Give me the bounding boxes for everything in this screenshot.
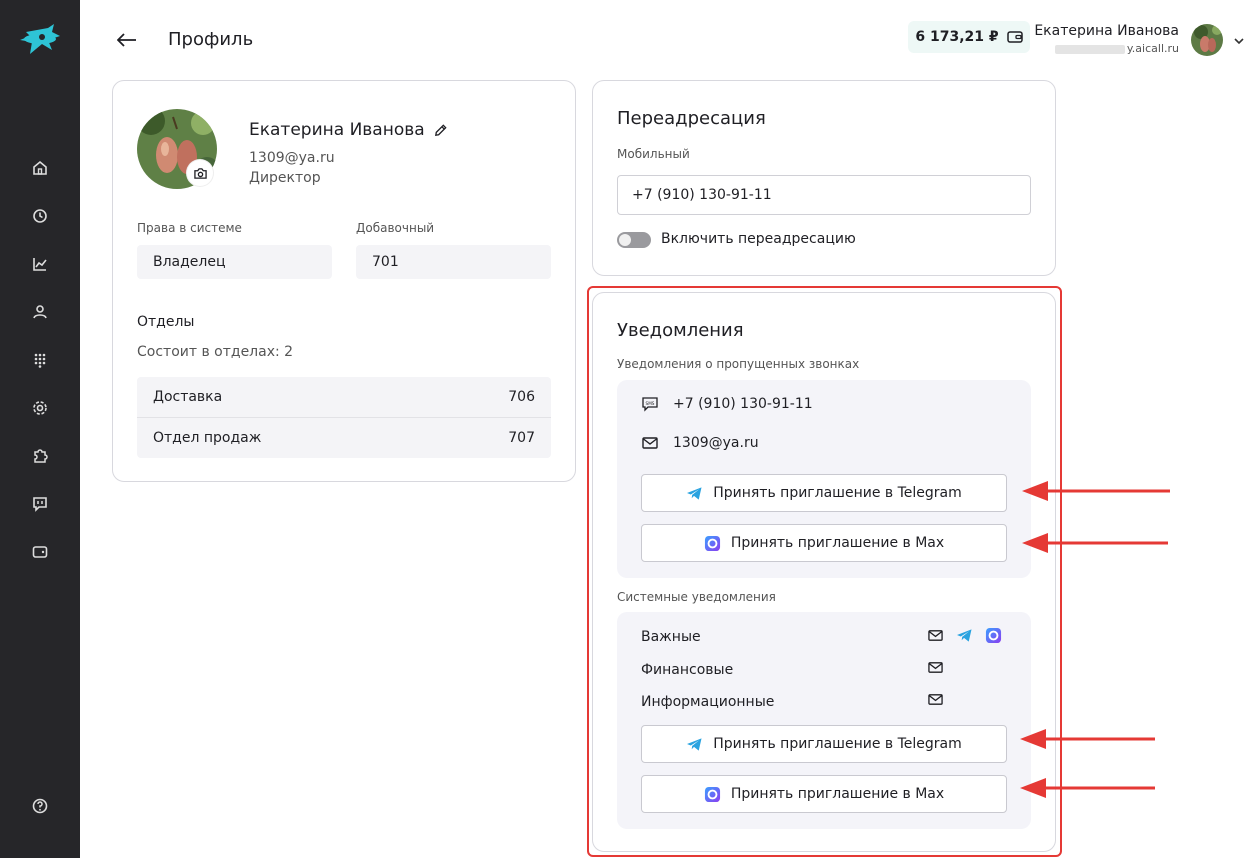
max-icon (704, 535, 720, 551)
telegram-icon (687, 486, 702, 500)
forwarding-toggle-label: Включить переадресацию (661, 231, 856, 247)
max-invite-button[interactable]: Принять приглашение в Max (641, 775, 1007, 813)
departments-count: Состоит в отделах: 2 (137, 344, 294, 360)
annotation-arrow (1022, 533, 1168, 553)
integrations-icon[interactable] (28, 444, 52, 468)
department-row[interactable]: Отдел продаж 707 (137, 417, 551, 457)
max-icon[interactable] (985, 627, 1002, 644)
analytics-icon[interactable] (28, 252, 52, 276)
departments-title: Отделы (137, 314, 195, 330)
system-row-important-channels (927, 627, 1002, 644)
telegram-invite-button[interactable]: Принять приглашение в Telegram (641, 474, 1007, 512)
mail-icon[interactable] (927, 660, 944, 675)
chat-icon[interactable] (28, 492, 52, 516)
mail-icon[interactable] (927, 628, 944, 643)
department-row[interactable]: Доставка 706 (137, 377, 551, 417)
system-row-financial: Финансовые (641, 662, 734, 678)
mobile-input[interactable]: +7 (910) 130-91-11 (617, 175, 1031, 215)
missed-phone-row: SMS +7 (910) 130-91-11 (641, 396, 813, 412)
profile-email: 1309@ya.ru (249, 150, 335, 166)
user-icon[interactable] (28, 300, 52, 324)
home-icon[interactable] (28, 156, 52, 180)
page-title: Профиль (168, 29, 254, 50)
app-logo[interactable] (18, 22, 62, 60)
profile-name: Екатерина Иванова (249, 120, 448, 140)
missed-calls-label: Уведомления о пропущенных звонках (617, 357, 860, 371)
system-row-financial-channels (927, 660, 944, 675)
header-avatar[interactable] (1191, 24, 1223, 56)
department-name: Отдел продаж (153, 429, 262, 446)
telegram-icon (687, 737, 702, 751)
edit-pencil-icon[interactable] (433, 123, 448, 138)
department-code: 707 (508, 429, 535, 446)
mobile-label: Мобильный (617, 147, 690, 161)
header-user-email: y.aicall.ru (1054, 42, 1179, 55)
system-row-important: Важные (641, 629, 701, 645)
annotation-arrow (1020, 729, 1155, 749)
rights-label: Права в системе (137, 221, 242, 235)
notifications-card: Уведомления Уведомления о пропущенных зв… (592, 292, 1056, 852)
missed-email-row: 1309@ya.ru (641, 435, 759, 451)
rights-field[interactable]: Владелец (137, 245, 332, 279)
system-notifications-panel: Важные Финансовые Информационные Принять… (617, 612, 1031, 829)
profile-role: Директор (249, 170, 321, 186)
back-button[interactable] (114, 28, 140, 52)
chevron-down-icon[interactable] (1232, 33, 1246, 47)
department-name: Доставка (153, 389, 223, 405)
telegram-invite-button[interactable]: Принять приглашение в Telegram (641, 725, 1007, 763)
extension-label: Добавочный (356, 221, 435, 235)
profile-card: Екатерина Иванова 1309@ya.ru Директор Пр… (112, 80, 576, 482)
dialpad-icon[interactable] (28, 348, 52, 372)
missed-calls-panel: SMS +7 (910) 130-91-11 1309@ya.ru Принят… (617, 380, 1031, 578)
balance-badge[interactable]: 6 173,21 ₽ (908, 21, 1030, 53)
forwarding-title: Переадресация (617, 108, 766, 129)
system-row-informational: Информационные (641, 694, 775, 710)
annotation-arrow (1022, 481, 1170, 501)
history-icon[interactable] (28, 204, 52, 228)
extension-field[interactable]: 701 (356, 245, 551, 279)
max-invite-button[interactable]: Принять приглашение в Max (641, 524, 1007, 562)
svg-text:SMS: SMS (646, 401, 655, 406)
mail-icon (642, 437, 658, 449)
telegram-icon[interactable] (956, 628, 973, 643)
header-user-name[interactable]: Екатерина Иванова (1034, 23, 1179, 39)
system-row-informational-channels (927, 692, 944, 707)
help-icon[interactable] (28, 794, 52, 818)
wallet-icon (1006, 31, 1023, 43)
sidebar (0, 0, 80, 858)
max-icon (704, 786, 720, 802)
department-code: 706 (508, 389, 535, 405)
sms-icon: SMS (642, 397, 658, 412)
forwarding-card: Переадресация Мобильный +7 (910) 130-91-… (592, 80, 1056, 276)
settings-icon[interactable] (28, 396, 52, 420)
arrow-left-icon (117, 33, 136, 47)
system-notifications-label: Системные уведомления (617, 590, 776, 604)
camera-icon (193, 167, 207, 179)
balance-value: 6 173,21 ₽ (915, 29, 999, 45)
departments-list: Доставка 706 Отдел продаж 707 (137, 377, 551, 458)
forwarding-toggle[interactable] (617, 232, 651, 248)
annotation-arrow (1020, 778, 1155, 798)
mail-icon[interactable] (927, 692, 944, 707)
change-photo-button[interactable] (187, 160, 213, 186)
notifications-title: Уведомления (617, 320, 744, 341)
wallet-icon[interactable] (28, 540, 52, 564)
